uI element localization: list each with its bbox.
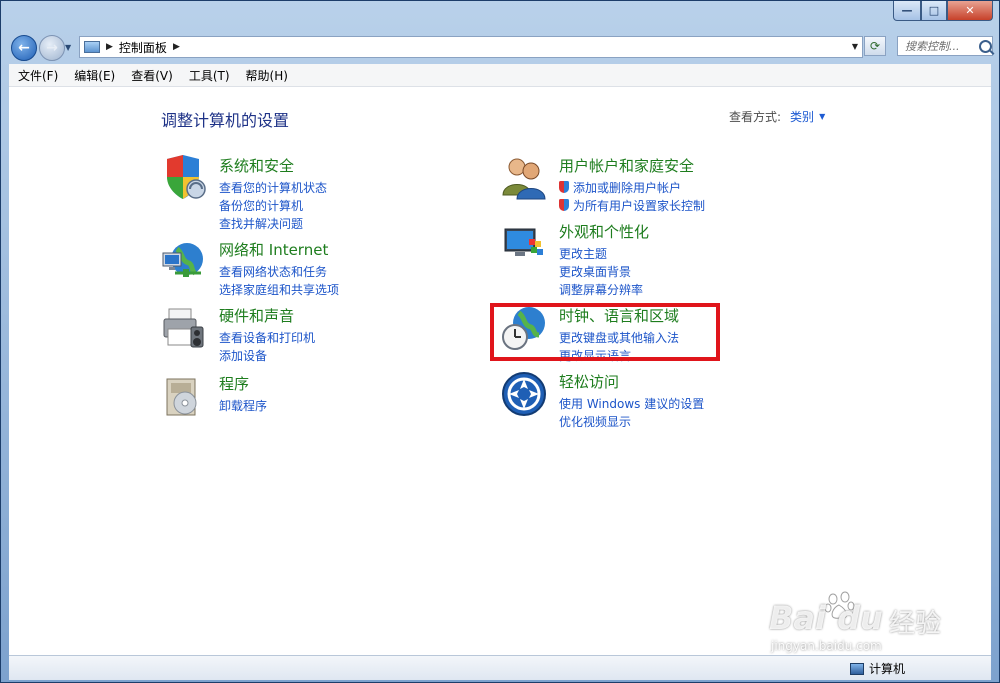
link-optimize-visual-display[interactable]: 优化视频显示 bbox=[559, 412, 704, 430]
link-windows-recommended-settings[interactable]: 使用 Windows 建议的设置 bbox=[559, 394, 704, 412]
forward-button[interactable]: → bbox=[39, 35, 65, 61]
breadcrumb-expand-icon[interactable]: ▶ bbox=[173, 42, 180, 52]
back-button[interactable]: ← bbox=[11, 35, 37, 61]
category-title[interactable]: 网络和 Internet bbox=[219, 239, 328, 260]
menu-file[interactable]: 文件(F) bbox=[9, 67, 65, 84]
link-backup-computer[interactable]: 备份您的计算机 bbox=[219, 196, 327, 214]
category-links: 查看网络状态和任务 选择家庭组和共享选项 bbox=[219, 262, 339, 298]
minimize-button[interactable]: — bbox=[893, 1, 921, 21]
view-by-label: 查看方式: bbox=[729, 110, 782, 124]
watermark-brand: Bai du bbox=[769, 599, 883, 637]
category-links: 使用 Windows 建议的设置 优化视频显示 bbox=[559, 394, 704, 430]
back-arrow-icon: ← bbox=[18, 40, 30, 56]
users-icon[interactable] bbox=[501, 155, 547, 201]
view-by-dropdown[interactable]: 类别 bbox=[790, 108, 814, 125]
shield-icon[interactable] bbox=[161, 155, 207, 201]
title-bar[interactable]: — □ ✕ bbox=[1, 1, 999, 31]
menu-view[interactable]: 查看(V) bbox=[122, 67, 180, 84]
category-title[interactable]: 硬件和声音 bbox=[219, 305, 294, 326]
link-homegroup-sharing[interactable]: 选择家庭组和共享选项 bbox=[219, 280, 339, 298]
search-icon[interactable] bbox=[979, 39, 992, 53]
refresh-button[interactable]: ⟳ bbox=[864, 36, 886, 56]
link-view-network-status[interactable]: 查看网络状态和任务 bbox=[219, 262, 339, 280]
uac-shield-icon bbox=[559, 181, 569, 193]
link-change-theme[interactable]: 更改主题 bbox=[559, 244, 643, 262]
printer-icon[interactable] bbox=[161, 305, 207, 351]
close-button[interactable]: ✕ bbox=[947, 1, 993, 21]
category-links: 查看您的计算机状态 备份您的计算机 查找并解决问题 bbox=[219, 178, 327, 232]
computer-icon bbox=[849, 662, 864, 675]
menu-bar: 文件(F) 编辑(E) 查看(V) 工具(T) 帮助(H) bbox=[9, 64, 991, 87]
menu-edit[interactable]: 编辑(E) bbox=[65, 67, 122, 84]
refresh-icon: ⟳ bbox=[869, 39, 881, 53]
minimize-icon: — bbox=[901, 4, 913, 17]
link-adjust-resolution[interactable]: 调整屏幕分辨率 bbox=[559, 280, 643, 298]
status-computer: 计算机 bbox=[849, 660, 905, 677]
category-links: 更改主题 更改桌面背景 调整屏幕分辨率 bbox=[559, 244, 643, 298]
watermark-jingyan: 经验 bbox=[889, 609, 942, 639]
link-troubleshoot[interactable]: 查找并解决问题 bbox=[219, 214, 327, 232]
link-parental-controls[interactable]: 为所有用户设置家长控制 bbox=[559, 196, 705, 214]
category-title[interactable]: 系统和安全 bbox=[219, 155, 294, 176]
uac-shield-icon bbox=[559, 199, 569, 211]
status-bar: 计算机 bbox=[9, 655, 991, 680]
navigation-bar: ← → ▼ ▶ 控制面板 ▶ ▼ ⟳ bbox=[1, 31, 999, 63]
category-title[interactable]: 轻松访问 bbox=[559, 371, 619, 392]
link-view-computer-status[interactable]: 查看您的计算机状态 bbox=[219, 178, 327, 196]
breadcrumb-separator-icon[interactable]: ▶ bbox=[106, 42, 113, 52]
breadcrumb-control-panel[interactable]: 控制面板 bbox=[119, 39, 167, 56]
maximize-icon: □ bbox=[928, 4, 940, 17]
view-by: 查看方式: 类别 ▼ bbox=[729, 108, 825, 125]
search-box[interactable] bbox=[897, 36, 993, 56]
link-change-desktop-background[interactable]: 更改桌面背景 bbox=[559, 262, 643, 280]
network-globe-icon[interactable] bbox=[161, 239, 207, 285]
menu-tools[interactable]: 工具(T) bbox=[180, 67, 237, 84]
history-dropdown-icon[interactable]: ▼ bbox=[65, 43, 71, 52]
address-dropdown-icon[interactable]: ▼ bbox=[852, 42, 858, 51]
link-add-device[interactable]: 添加设备 bbox=[219, 346, 315, 364]
highlight-box bbox=[490, 303, 720, 361]
control-panel-icon bbox=[84, 41, 100, 53]
search-input[interactable] bbox=[903, 38, 977, 54]
link-uninstall-program[interactable]: 卸载程序 bbox=[219, 396, 267, 414]
category-title[interactable]: 用户帐户和家庭安全 bbox=[559, 155, 694, 176]
chevron-down-icon[interactable]: ▼ bbox=[819, 112, 825, 121]
category-links: 添加或删除用户帐户 为所有用户设置家长控制 bbox=[559, 178, 705, 214]
category-title[interactable]: 程序 bbox=[219, 373, 249, 394]
monitor-paint-icon[interactable] bbox=[501, 221, 547, 267]
content-area: 调整计算机的设置 查看方式: 类别 ▼ 系统和安全 查看您的计算机状态 备份您的… bbox=[9, 87, 991, 655]
category-title[interactable]: 外观和个性化 bbox=[559, 221, 649, 242]
status-computer-label: 计算机 bbox=[868, 662, 905, 676]
window-controls: — □ ✕ bbox=[893, 1, 993, 21]
watermark-url: jingyan.baidu.com bbox=[771, 639, 882, 653]
link-devices-printers[interactable]: 查看设备和打印机 bbox=[219, 328, 315, 346]
control-panel-window: — □ ✕ ← → ▼ ▶ 控制面板 ▶ ▼ ⟳ 文件(F) 编辑(E) 查看(… bbox=[0, 0, 1000, 683]
maximize-button[interactable]: □ bbox=[921, 1, 947, 21]
programs-box-icon[interactable] bbox=[161, 373, 207, 419]
category-links: 卸载程序 bbox=[219, 396, 267, 414]
category-links: 查看设备和打印机 添加设备 bbox=[219, 328, 315, 364]
page-title: 调整计算机的设置 bbox=[161, 111, 290, 130]
menu-help[interactable]: 帮助(H) bbox=[237, 67, 295, 84]
forward-arrow-icon: → bbox=[46, 40, 58, 56]
link-add-remove-accounts[interactable]: 添加或删除用户帐户 bbox=[559, 178, 705, 196]
ease-of-access-icon[interactable] bbox=[501, 371, 547, 417]
address-bar[interactable]: ▶ 控制面板 ▶ ▼ bbox=[79, 36, 863, 58]
close-icon: ✕ bbox=[965, 4, 975, 17]
